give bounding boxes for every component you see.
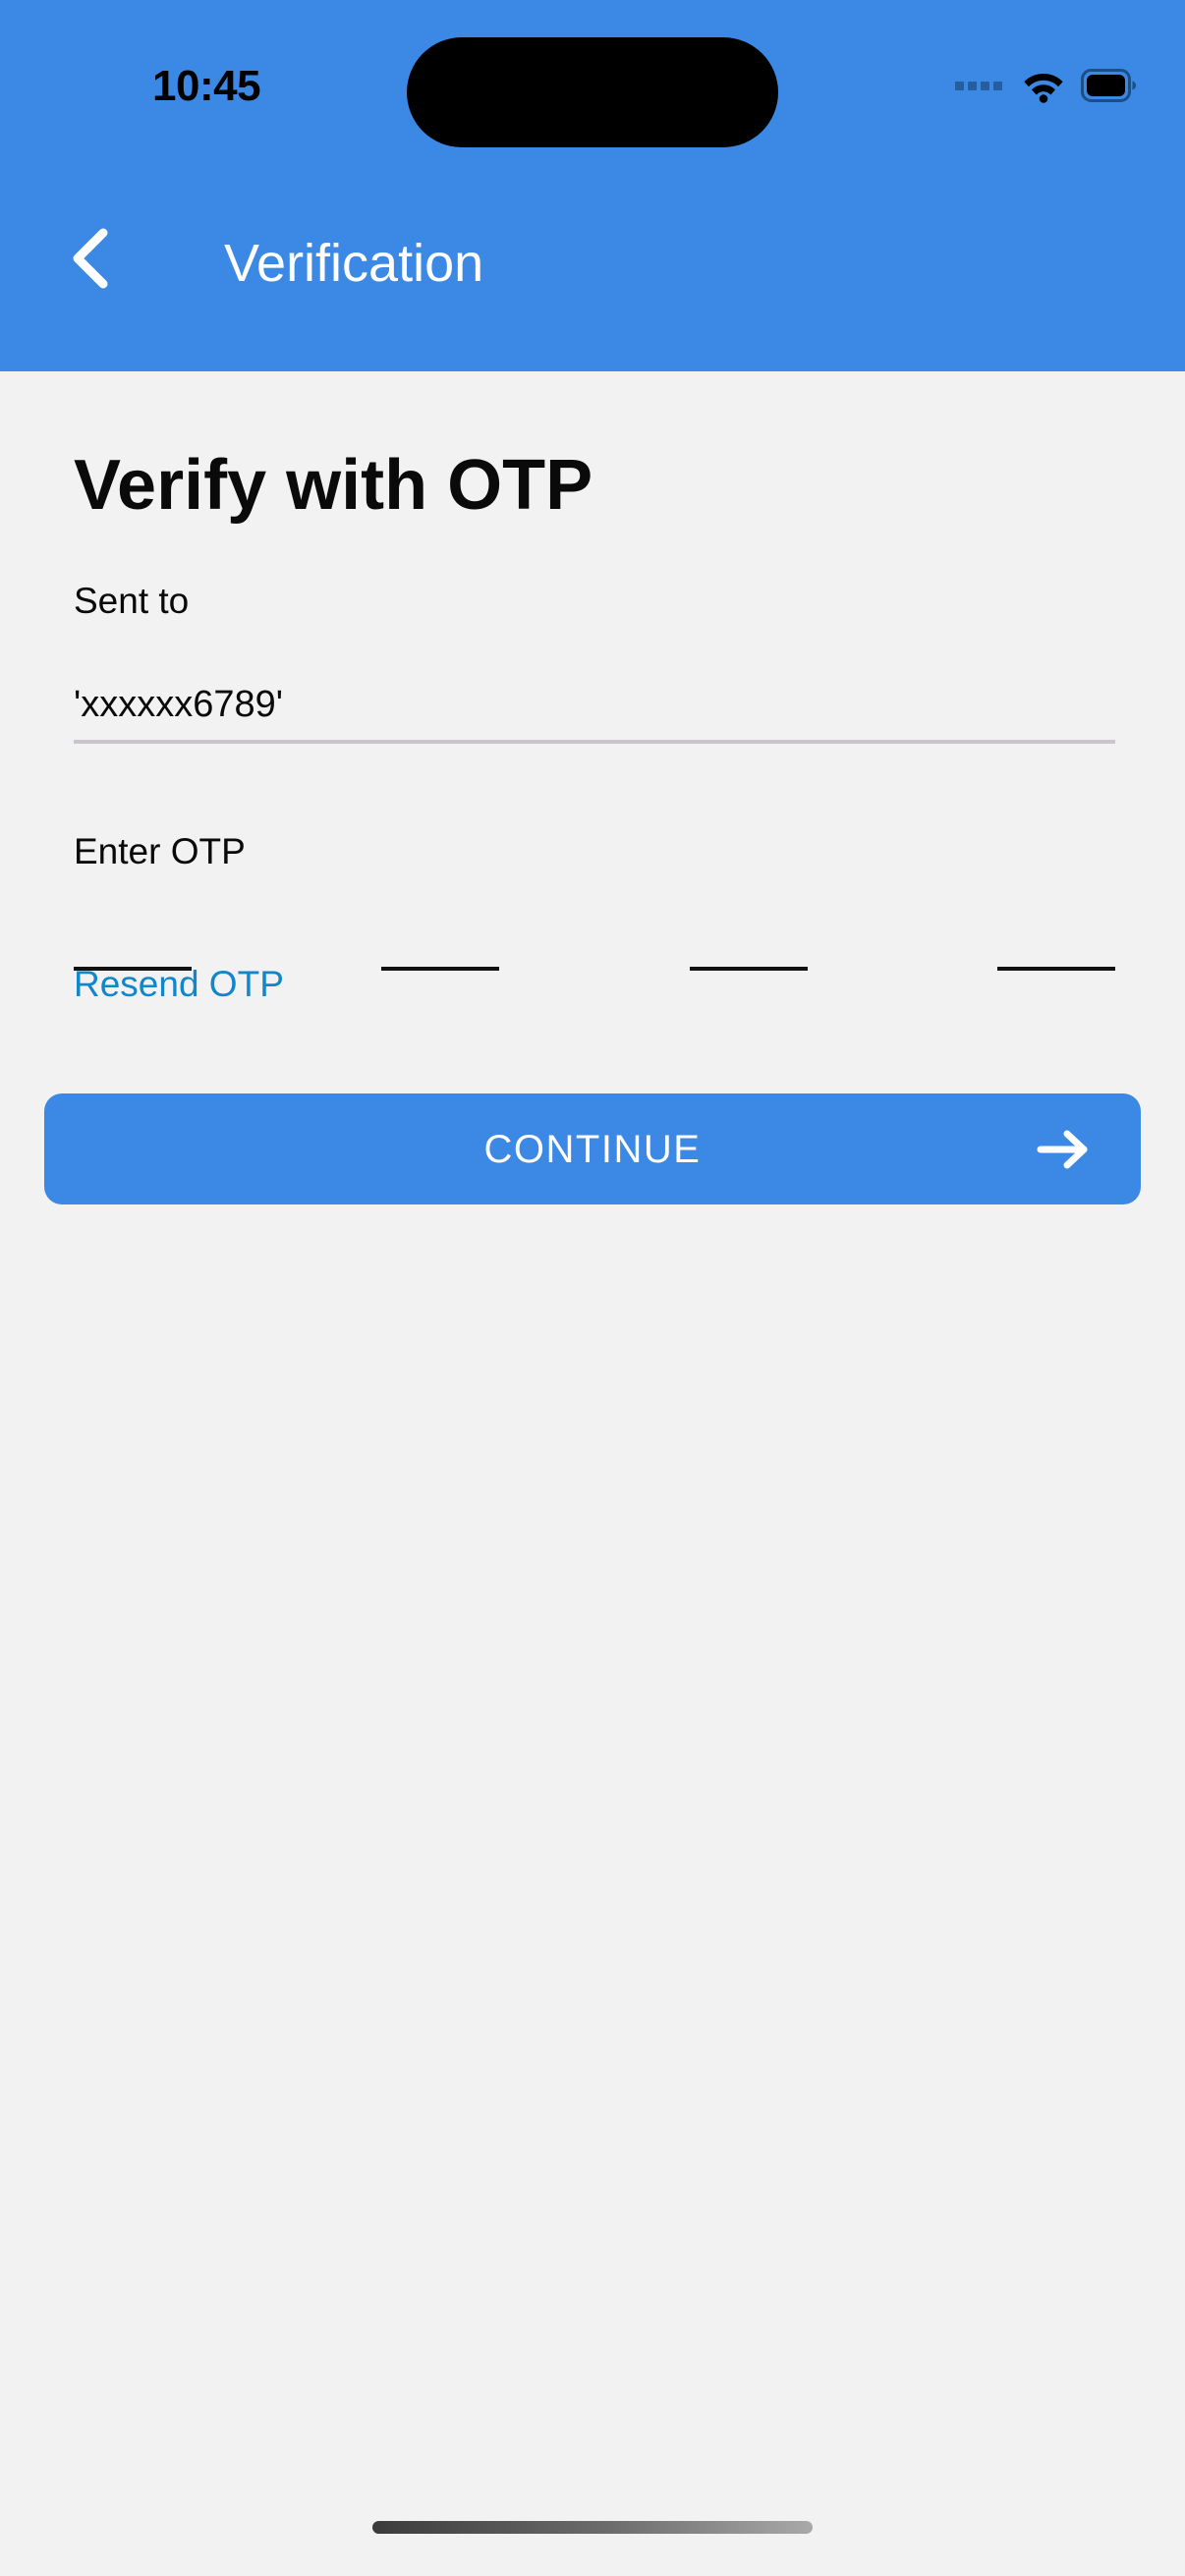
phone-number-field[interactable]: 'xxxxxx6789' [74,686,1115,744]
resend-otp-link[interactable]: Resend OTP [74,966,284,1002]
dynamic-island-notch [407,37,778,147]
status-bar-icons [955,61,1136,110]
otp-input-4[interactable] [996,922,1115,971]
signal-dots-icon [955,81,1002,90]
app-bar: Verification [0,204,1185,322]
chevron-left-icon [66,228,113,289]
status-bar-time: 10:45 [152,62,261,110]
wifi-icon [1022,68,1065,103]
otp-input-2[interactable] [381,922,500,971]
otp-input-3[interactable] [689,922,808,971]
home-indicator[interactable] [372,2521,813,2534]
continue-button[interactable]: CONTINUE [44,1093,1141,1204]
main-content: Verify with OTP Sent to 'xxxxxx6789' Ent… [0,371,1185,2576]
page-title: Verify with OTP [74,446,593,525]
header: 10:45 Verification [0,0,1185,371]
status-bar: 10:45 [0,0,1185,157]
phone-screen: 10:45 Verification Verify with OTP Sent … [0,0,1185,2576]
battery-full-icon [1081,69,1136,102]
phone-number-value: 'xxxxxx6789' [74,684,284,725]
arrow-right-icon [1037,1127,1092,1172]
enter-otp-label: Enter OTP [74,831,246,871]
back-button[interactable] [45,214,134,303]
continue-button-label: CONTINUE [483,1127,702,1171]
phone-number-underline [74,740,1115,744]
sent-to-label: Sent to [74,581,190,621]
app-bar-title: Verification [224,234,484,293]
